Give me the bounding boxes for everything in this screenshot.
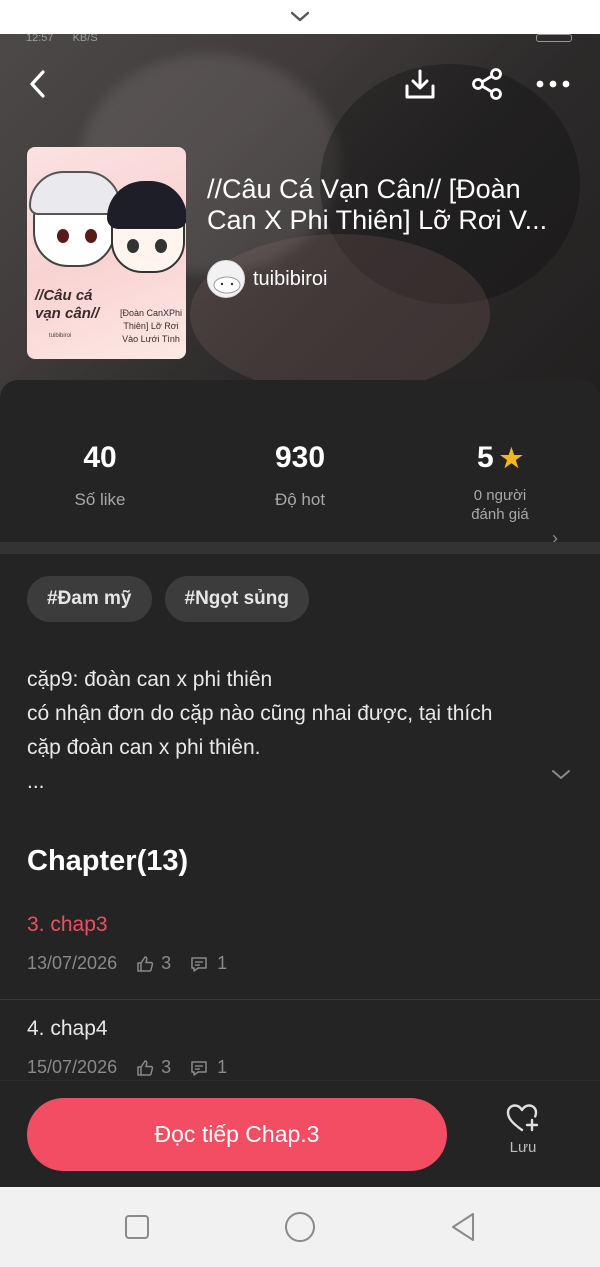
system-navigation-bar — [0, 1187, 600, 1267]
chapter-comments: 1 — [217, 1057, 228, 1077]
continue-reading-button[interactable]: Đọc tiếp Chap.3 — [27, 1098, 447, 1171]
chevron-left-icon[interactable] — [27, 69, 49, 99]
expand-description-button[interactable] — [550, 768, 572, 787]
back-button[interactable] — [18, 64, 58, 104]
sheet-handle[interactable] — [0, 0, 600, 34]
chapter-likes: 3 — [161, 1057, 172, 1077]
tag-chip[interactable]: #Đam mỹ — [27, 576, 152, 622]
author-link[interactable]: tuibibiroi — [207, 260, 327, 298]
star-icon: ★ — [499, 442, 523, 473]
book-cover[interactable]: //Câu cá vạn cân// [Đoàn CanXPhi Thiên] … — [27, 147, 186, 359]
stat-rating[interactable]: 5 ★ 0 người đánh giá — [400, 440, 600, 524]
cover-author: tuibibiroi — [49, 333, 72, 339]
chapter-comments: 1 — [217, 953, 228, 973]
status-bar: 12:57 KB/S — [26, 32, 98, 44]
description: cặp9: đoàn can x phi thiên có nhận đơn d… — [27, 668, 493, 793]
chapter-date: 13/07/2026 — [27, 953, 118, 973]
author-name[interactable]: tuibibiroi — [253, 268, 327, 291]
share-button[interactable] — [467, 64, 507, 104]
chapter-item[interactable]: 3. chap3 13/07/2026 3 1 — [0, 913, 600, 1013]
chevron-down-icon[interactable] — [550, 768, 572, 782]
hot-label: Độ hot — [274, 490, 326, 509]
comment-icon — [191, 956, 207, 972]
screen: 12:57 KB/S //Câu cá vạn cân// [Đoàn CanX… — [0, 0, 600, 1267]
chapter-title[interactable]: 3. chap3 — [27, 913, 108, 937]
download-button[interactable] — [400, 64, 440, 104]
chapter-heading: Chapter(13) — [27, 845, 189, 877]
bottom-action-bar: Đọc tiếp Chap.3 Lưu — [0, 1080, 600, 1187]
book-title: //Câu Cá Vạn Cân// [Đoàn Can X Phi Thiên… — [207, 174, 548, 235]
more-horizontal-icon[interactable] — [535, 79, 571, 89]
section-divider — [0, 542, 600, 554]
likes-label: Số like — [74, 490, 126, 509]
thumbs-up-icon — [137, 955, 154, 972]
cover-subtitle: [Đoàn CanXPhi Thiên] Lỡ Rơi Vào Lưới Tìn… — [119, 308, 183, 344]
comment-icon — [191, 1060, 207, 1076]
chapter-title[interactable]: 4. chap4 — [27, 1017, 108, 1041]
square-icon[interactable] — [124, 1214, 150, 1240]
tag-list: #Đam mỹ #Ngọt sủng — [27, 576, 309, 622]
chevron-down-icon[interactable] — [288, 9, 312, 25]
likes-count: 40 — [83, 441, 117, 474]
status-time: 12:57 — [26, 32, 54, 44]
detail-panel: 40 Số like 930 Độ hot 5 ★ 0 người đánh g… — [0, 380, 600, 1080]
system-back-button[interactable] — [445, 1209, 481, 1245]
hot-count: 930 — [274, 441, 326, 474]
thumbs-up-icon — [137, 1059, 154, 1076]
chapter-meta: 13/07/2026 3 1 — [27, 953, 227, 974]
stat-likes: 40 Số like — [0, 440, 200, 510]
home-button[interactable] — [282, 1209, 318, 1245]
heart-plus-icon[interactable] — [506, 1103, 540, 1133]
chapter-meta: 15/07/2026 3 1 — [27, 1057, 227, 1078]
status-net-speed: KB/S — [72, 32, 98, 44]
recent-apps-button[interactable] — [119, 1209, 155, 1245]
save-label: Lưu — [509, 1139, 537, 1156]
triangle-back-icon[interactable] — [449, 1211, 477, 1243]
circle-icon[interactable] — [284, 1211, 316, 1243]
cover-title: //Câu cá vạn cân// — [35, 287, 100, 322]
rating-value: 5 — [477, 441, 494, 474]
chapter-likes: 3 — [161, 953, 172, 973]
tag-chip[interactable]: #Ngọt sủng — [164, 576, 309, 622]
stats-row: 40 Số like 930 Độ hot 5 ★ 0 người đánh g… — [0, 410, 600, 548]
save-button[interactable]: Lưu — [490, 1103, 556, 1173]
more-button[interactable] — [533, 64, 573, 104]
chapter-date: 15/07/2026 — [27, 1057, 118, 1077]
avatar[interactable] — [207, 260, 245, 298]
battery-icon — [536, 34, 572, 42]
download-icon[interactable] — [403, 67, 437, 101]
cat-avatar-icon — [213, 276, 241, 294]
rating-label: 0 người đánh giá — [471, 487, 529, 523]
stat-hot: 930 Độ hot — [200, 440, 400, 510]
share-icon[interactable] — [470, 67, 504, 101]
